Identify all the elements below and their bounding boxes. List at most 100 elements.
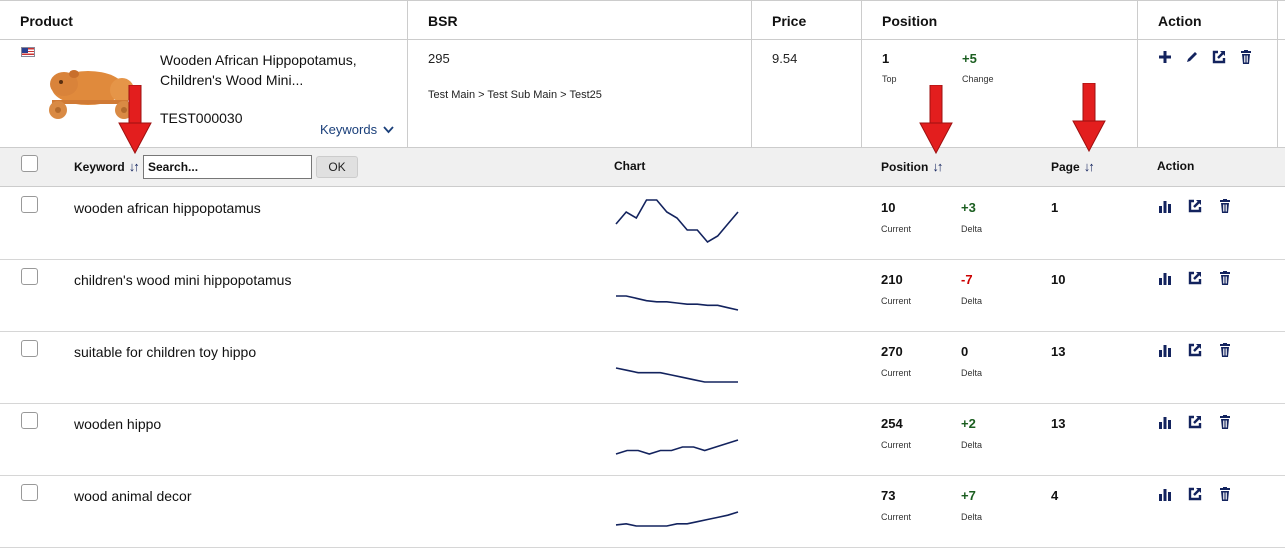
sparkline-path (615, 367, 738, 383)
position-delta-label: Delta (961, 440, 983, 450)
position-header-label: Position (881, 160, 929, 174)
keyword-text: wooden hippo (74, 416, 162, 432)
trash-icon[interactable] (1217, 198, 1233, 214)
sparkline-path (615, 439, 739, 455)
trash-icon[interactable] (1217, 342, 1233, 358)
external-link-icon[interactable] (1187, 270, 1203, 286)
page-value: 10 (1051, 272, 1066, 287)
bsr-value: 295 (428, 51, 450, 66)
sparkline-path (615, 199, 739, 244)
external-link-icon[interactable] (1187, 342, 1203, 358)
bar-chart-icon[interactable] (1157, 342, 1173, 358)
row-actions (1157, 198, 1233, 214)
row-checkbox[interactable] (21, 268, 38, 285)
plus-icon[interactable] (1157, 49, 1173, 65)
position-current-label: Current (881, 224, 912, 234)
position-top-label: Top (882, 74, 897, 84)
keyword-text: suitable for children toy hippo (74, 344, 257, 360)
bar-chart-icon[interactable] (1157, 198, 1173, 214)
trash-icon[interactable] (1217, 414, 1233, 430)
external-link-icon[interactable] (1187, 198, 1203, 214)
bar-chart-icon[interactable] (1157, 486, 1173, 502)
row-checkbox[interactable] (21, 412, 38, 429)
position-current-label: Current (881, 512, 912, 522)
pencil-icon[interactable] (1184, 49, 1200, 65)
position-delta-value: -7 (961, 272, 973, 287)
search-ok-button[interactable]: OK (316, 156, 358, 178)
rank-sparkline[interactable] (614, 268, 742, 318)
rank-sparkline[interactable] (614, 484, 742, 534)
position-current-label: Current (881, 440, 912, 450)
rank-sparkline[interactable] (614, 412, 742, 462)
page-value: 13 (1051, 416, 1066, 431)
position-top-value: 1 (882, 51, 890, 66)
position-change-label: Change (962, 74, 994, 84)
trash-icon[interactable] (1217, 486, 1233, 502)
sort-icon[interactable]: ↓↑ (932, 159, 943, 174)
table-row: wooden hippo 254 Current +2 Delta 13 (0, 404, 1285, 476)
keywords-toggle[interactable]: Keywords (320, 122, 394, 137)
keyword-action-header: Action (1157, 159, 1195, 173)
position-current-label: Current (881, 296, 912, 306)
annotation-arrow (919, 85, 953, 155)
header-price: Price (772, 13, 807, 29)
keyword-search-input[interactable] (143, 155, 312, 179)
select-all-checkbox[interactable] (21, 155, 38, 172)
header-position: Position (882, 13, 938, 29)
position-delta-value: 0 (961, 344, 969, 359)
page-sort-header[interactable]: Page ↓↑ (1051, 159, 1095, 174)
annotation-arrow (1072, 83, 1106, 153)
position-current-value: 210 (881, 272, 903, 287)
page-header-label: Page (1051, 160, 1080, 174)
position-sort-header[interactable]: Position ↓↑ (881, 159, 943, 174)
keyword-text: wood animal decor (74, 488, 192, 504)
price-value: 9.54 (772, 51, 798, 66)
bar-chart-icon[interactable] (1157, 414, 1173, 430)
rank-sparkline[interactable] (614, 340, 742, 390)
keywords-link-label: Keywords (320, 122, 378, 137)
position-delta-label: Delta (961, 368, 983, 378)
sort-icon[interactable]: ↓↑ (129, 159, 140, 174)
header-bsr: BSR (428, 13, 458, 29)
bsr-category-path: Test Main > Test Sub Main > Test25 (428, 89, 602, 101)
position-delta-label: Delta (961, 296, 983, 306)
external-link-icon[interactable] (1187, 486, 1203, 502)
header-action: Action (1158, 13, 1202, 29)
keyword-sort-header[interactable]: Keyword ↓↑ (74, 159, 140, 174)
row-checkbox[interactable] (21, 484, 38, 501)
row-checkbox[interactable] (21, 196, 38, 213)
external-link-icon[interactable] (1211, 49, 1227, 65)
product-title[interactable]: Wooden African Hippopotamus, Children's … (160, 50, 360, 90)
divider (1137, 0, 1138, 147)
position-delta-value: +3 (961, 200, 976, 215)
page-value: 1 (1051, 200, 1059, 215)
position-current-value: 254 (881, 416, 903, 431)
divider (1277, 0, 1278, 147)
table-row: wooden african hippopotamus 10 Current +3 De… (0, 188, 1285, 260)
us-flag-icon (21, 47, 35, 57)
rank-sparkline[interactable] (614, 196, 742, 246)
sort-icon[interactable]: ↓↑ (1084, 159, 1095, 174)
product-table: Product BSR Price Position Action Wooden… (0, 0, 1285, 549)
divider (751, 0, 752, 147)
position-delta-value: +2 (961, 416, 976, 431)
bar-chart-icon[interactable] (1157, 270, 1173, 286)
table-row: wood animal decor 73 Current +7 Delta 4 (0, 476, 1285, 548)
position-current-label: Current (881, 368, 912, 378)
sparkline-path (615, 511, 739, 527)
row-checkbox[interactable] (21, 340, 38, 357)
position-delta-value: +7 (961, 488, 976, 503)
position-current-value: 10 (881, 200, 896, 215)
header-product: Product (20, 13, 73, 29)
external-link-icon[interactable] (1187, 414, 1203, 430)
row-actions (1157, 270, 1233, 286)
row-actions (1157, 342, 1233, 358)
trash-icon[interactable] (1217, 270, 1233, 286)
page-value: 13 (1051, 344, 1066, 359)
position-change-value: +5 (962, 51, 977, 66)
row-actions (1157, 486, 1233, 502)
trash-icon[interactable] (1238, 49, 1254, 65)
keyword-text: wooden african hippopotamus (74, 200, 261, 216)
product-actions (1157, 49, 1254, 65)
position-current-value: 270 (881, 344, 903, 359)
